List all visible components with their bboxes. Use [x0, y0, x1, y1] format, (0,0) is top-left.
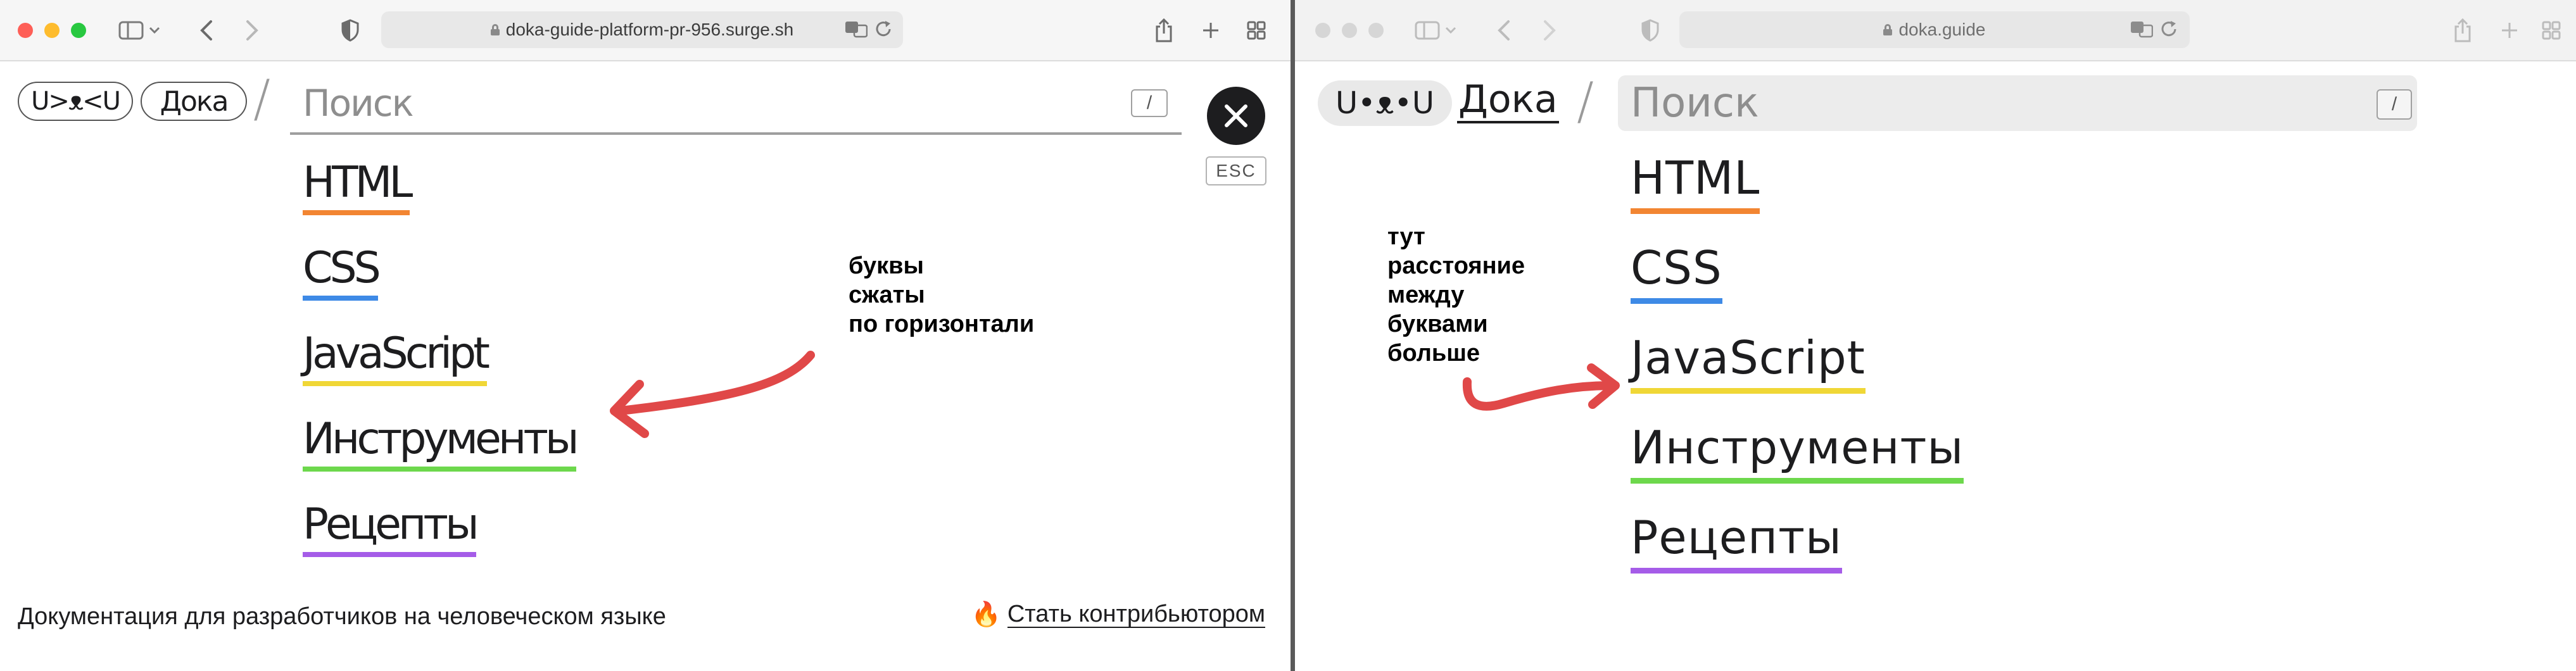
minimize-window-button[interactable] — [1342, 23, 1357, 38]
nav-item-recipes[interactable]: Рецепты — [1631, 511, 1842, 574]
sidebar-toggle-icon[interactable] — [117, 15, 162, 46]
annotation-arrow-icon — [1462, 363, 1620, 411]
close-window-button[interactable] — [18, 23, 33, 38]
site-tagline: Документация для разработчиков на челове… — [18, 603, 666, 630]
browser-window-left: doka-guide-platform-pr-956.surge.sh U>ᴥ<… — [0, 0, 1291, 671]
address-bar[interactable]: doka.guide — [1679, 11, 2190, 48]
back-icon[interactable] — [191, 15, 222, 46]
tab-overview-icon[interactable] — [2536, 15, 2567, 46]
doka-home-link[interactable]: Дока — [1457, 77, 1559, 123]
nav-item-label: HTML — [303, 158, 413, 215]
maximize-window-button[interactable] — [71, 23, 86, 38]
nav-item-css[interactable]: CSS — [1631, 241, 1722, 304]
nav-item-javascript[interactable]: JavaScript — [1631, 331, 1866, 394]
fire-icon: 🔥 — [971, 601, 1001, 628]
doka-logo[interactable]: U>ᴥ<U — [18, 82, 133, 121]
nav-item-label: Рецепты — [1631, 511, 1842, 574]
annotation-line: буквы — [849, 253, 924, 279]
annotation-line: буквами — [1387, 311, 1488, 337]
nav-item-html[interactable]: HTML — [1631, 151, 1760, 214]
contribute-link[interactable]: 🔥 Стать контрибьютором — [971, 601, 1265, 629]
annotation-line: сжаты — [849, 282, 925, 308]
url-text: doka.guide — [1898, 20, 1986, 39]
safari-toolbar: doka-guide-platform-pr-956.surge.sh — [0, 0, 1291, 61]
sidebar-toggle-icon[interactable] — [1413, 15, 1458, 46]
page-content: U>ᴥ<U Дока / / ESC HTML CSS JavaScript И… — [0, 63, 1291, 671]
nav-item-recipes[interactable]: Рецепты — [303, 499, 479, 557]
translate-icon[interactable] — [845, 20, 868, 41]
tab-overview-icon[interactable] — [1241, 15, 1272, 46]
close-window-button[interactable] — [1315, 23, 1330, 38]
nav-item-tools[interactable]: Инструменты — [303, 414, 579, 472]
lock-icon — [1883, 24, 1893, 35]
breadcrumb-separator: / — [253, 69, 270, 128]
nav-item-html[interactable]: HTML — [303, 158, 413, 215]
search-hotkey-badge: / — [2377, 89, 2412, 120]
annotation-line: тут — [1387, 223, 1425, 250]
share-icon[interactable] — [1149, 15, 1179, 46]
back-icon[interactable] — [1489, 15, 1519, 46]
maximize-window-button[interactable] — [1368, 23, 1384, 38]
browser-window-right: doka.guide U•ᴥ•U Дока / / HTML CSS JavaS… — [1295, 0, 2576, 671]
forward-icon[interactable] — [1534, 15, 1565, 46]
nav-item-label: JavaScript — [303, 329, 490, 386]
privacy-shield-icon[interactable] — [1634, 15, 1666, 46]
nav-item-label: HTML — [1631, 151, 1760, 214]
nav-item-label: JavaScript — [1631, 331, 1866, 394]
nav-item-label: CSS — [303, 243, 381, 301]
esc-hotkey-badge: ESC — [1206, 156, 1266, 185]
url-text: doka-guide-platform-pr-956.surge.sh — [505, 20, 794, 39]
nav-item-css[interactable]: CSS — [303, 243, 381, 301]
window-divider — [1291, 0, 1295, 671]
minimize-window-button[interactable] — [44, 23, 60, 38]
reload-icon[interactable] — [875, 20, 893, 42]
nav-item-label: Инструменты — [303, 414, 579, 472]
annotation-text: буквы сжаты по горизонтали — [849, 251, 1034, 339]
nav-item-label: Инструменты — [1631, 421, 1964, 484]
doka-home-link[interactable]: Дока — [141, 82, 247, 121]
new-tab-icon[interactable] — [1196, 15, 1226, 46]
privacy-shield-icon[interactable] — [334, 15, 366, 46]
forward-icon[interactable] — [237, 15, 267, 46]
close-search-button[interactable] — [1207, 87, 1265, 145]
annotation-line: расстояние — [1387, 253, 1525, 279]
page-content: U•ᴥ•U Дока / / HTML CSS JavaScript Инстр… — [1295, 63, 2576, 671]
annotation-line: между — [1387, 282, 1465, 308]
safari-toolbar: doka.guide — [1295, 0, 2576, 61]
contribute-link-label: Стать контрибьютором — [1007, 601, 1265, 628]
address-bar[interactable]: doka-guide-platform-pr-956.surge.sh — [381, 11, 903, 48]
nav-item-label: CSS — [1631, 241, 1722, 304]
nav-item-javascript[interactable]: JavaScript — [303, 329, 490, 386]
doka-logo[interactable]: U•ᴥ•U — [1318, 80, 1452, 126]
breadcrumb-separator: / — [1577, 72, 1594, 130]
annotation-arrow-icon — [610, 351, 815, 438]
search-input[interactable] — [1618, 75, 2417, 131]
search-input[interactable] — [290, 74, 1182, 135]
translate-icon[interactable] — [2130, 20, 2154, 41]
search-hotkey-badge: / — [1131, 89, 1168, 117]
close-icon — [1225, 104, 1247, 127]
nav-item-tools[interactable]: Инструменты — [1631, 421, 1964, 484]
share-icon[interactable] — [2447, 15, 2478, 46]
reload-icon[interactable] — [2161, 20, 2178, 42]
annotation-text: тут расстояние между буквами больше — [1387, 222, 1525, 368]
annotation-line: по горизонтали — [849, 311, 1035, 337]
new-tab-icon[interactable] — [2494, 15, 2525, 46]
nav-item-label: Рецепты — [303, 499, 479, 557]
lock-icon — [490, 24, 500, 35]
